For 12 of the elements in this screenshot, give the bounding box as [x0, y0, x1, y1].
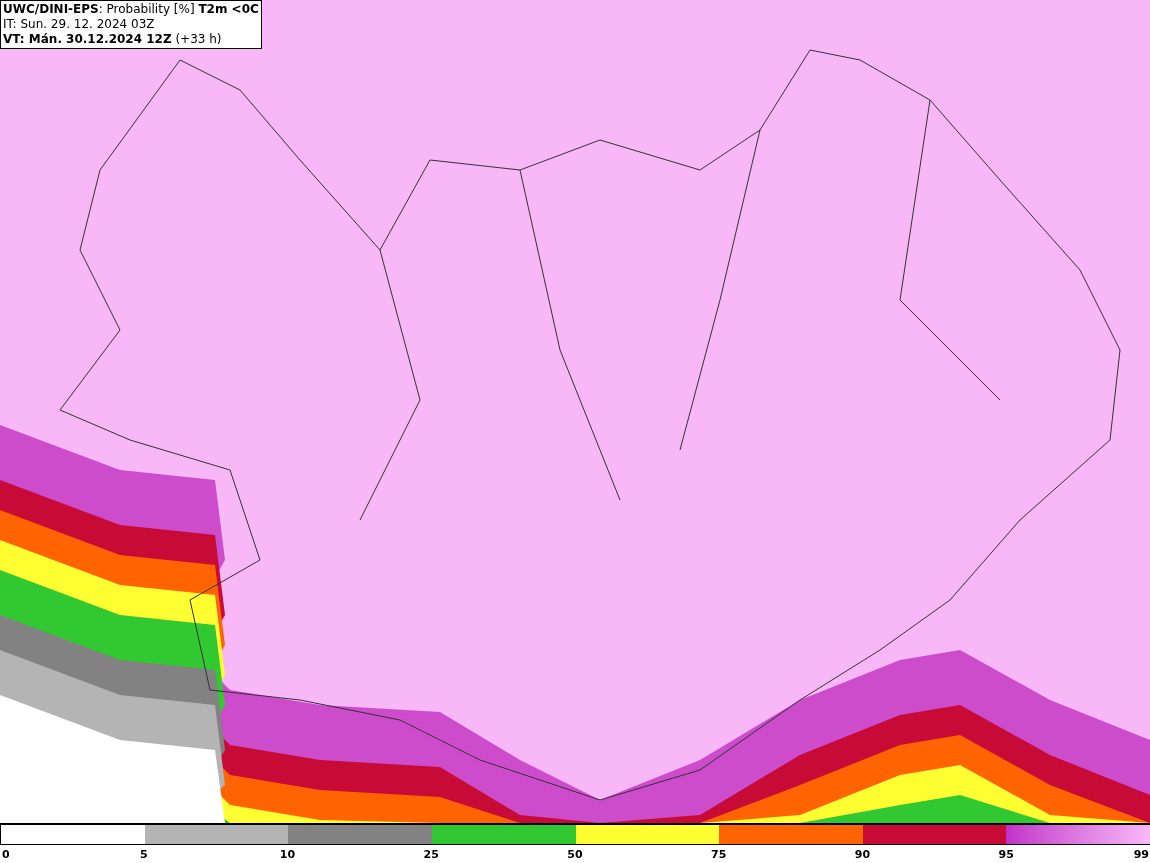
- title-text: VT: Mán. 30.12.2024 12Z (+33 h): [3, 32, 223, 47]
- legend-label: 5: [139, 847, 148, 863]
- legend-label: 25: [423, 847, 439, 863]
- legend-label: 10: [279, 847, 296, 863]
- legend-label: 75: [711, 847, 727, 863]
- title-text: IT: Sun. 29. 12. 2024 03Z: [3, 17, 156, 32]
- legend-label: 90: [854, 847, 871, 863]
- legend-label: 99: [1133, 847, 1149, 863]
- legend-label: 0: [2, 847, 10, 863]
- legend-label: 95: [998, 847, 1014, 863]
- title-text: UWC/DINI-EPS: Probability [%] T2m <0C: [3, 2, 259, 17]
- legend-label: 50: [567, 847, 583, 863]
